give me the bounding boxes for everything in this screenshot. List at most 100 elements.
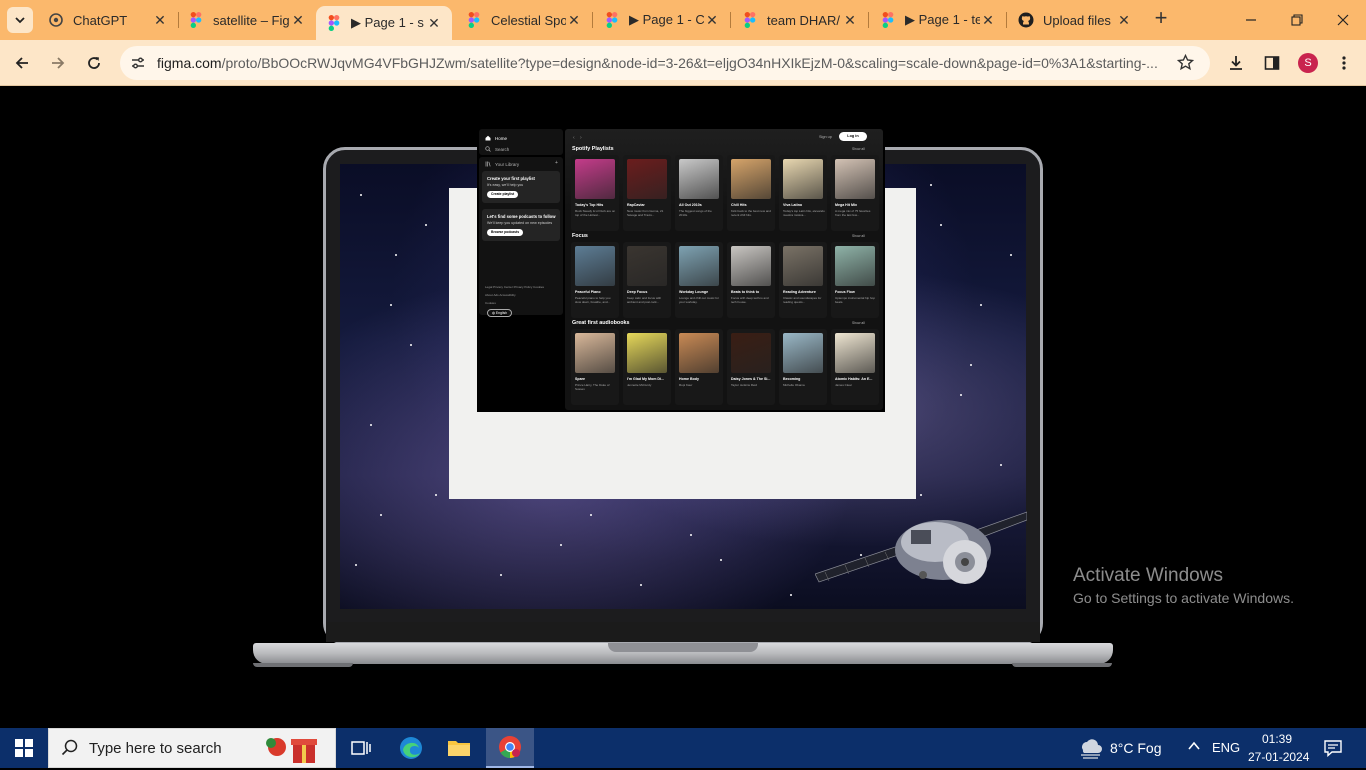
language-indicator[interactable]: ENG (1212, 740, 1240, 755)
close-icon[interactable]: ✕ (566, 12, 582, 29)
media-card[interactable]: I'm Glad My Mom Di... Jennette McCurdy (623, 329, 671, 405)
media-card[interactable]: Reading Adventure Classic and soundscapes… (779, 242, 827, 318)
media-card[interactable]: Chill Hits Kick back to the best new and … (727, 155, 775, 231)
footer-links[interactable]: About Ads Accessibility (485, 293, 516, 297)
media-card[interactable]: Mega Hit Mix A mega mix of 75 favorites f… (831, 155, 879, 231)
card-title: All Out 2010s (679, 203, 702, 207)
bookmark-star-icon[interactable] (1176, 53, 1195, 76)
restore-button[interactable] (1274, 0, 1320, 40)
media-card[interactable]: Focus Flow Uptempo instrumental hip hop b… (831, 242, 879, 318)
tab-celestial-spotify[interactable]: Celestial Spo ✕ (456, 6, 592, 34)
close-window-button[interactable] (1320, 0, 1366, 40)
show-all-link[interactable]: Show all (852, 147, 865, 151)
card-title: Daisy Jones & The Si... (731, 377, 771, 381)
globe-icon: ◍ (492, 311, 495, 315)
tab-upload-files[interactable]: Upload files ✕ (1008, 6, 1142, 34)
section-title[interactable]: Focus (572, 233, 588, 239)
media-card[interactable]: Home Body Rupi Kaur (675, 329, 723, 405)
back-button[interactable] (9, 50, 35, 76)
signup-link[interactable]: Sign up (819, 135, 832, 139)
media-card[interactable]: Atomic Habits: An E... James Clear (831, 329, 879, 405)
new-tab-button[interactable]: + (1150, 7, 1172, 30)
tab-page1-c[interactable]: ▶ Page 1 - C ✕ (594, 6, 730, 34)
media-card[interactable]: Beats to think to Focus with deep techno … (727, 242, 775, 318)
tab-search-button[interactable] (7, 7, 33, 33)
media-card[interactable]: Peaceful Piano Peaceful piano to help you… (571, 242, 619, 318)
section-title[interactable]: Great first audiobooks (572, 320, 630, 326)
profile-avatar[interactable]: S (1298, 53, 1318, 73)
edge-button[interactable] (387, 728, 435, 768)
clock-date[interactable]: 27-01-2024 (1248, 750, 1309, 764)
file-explorer-button[interactable] (435, 728, 483, 768)
chevron-up-icon[interactable] (1187, 739, 1201, 755)
card-description: Taylor Jenkins Reid (731, 383, 758, 387)
activate-windows-title: Activate Windows (1073, 565, 1223, 586)
media-card[interactable]: Becoming Michelle Obama (779, 329, 827, 405)
downloads-button[interactable] (1223, 50, 1249, 76)
chevron-left-icon[interactable]: ‹ (573, 135, 575, 141)
show-all-link[interactable]: Show all (852, 321, 865, 325)
plus-icon[interactable]: + (555, 160, 558, 166)
close-icon[interactable]: ✕ (980, 12, 996, 29)
menu-button[interactable] (1331, 50, 1357, 76)
language-button[interactable]: ◍ English (487, 309, 513, 317)
close-icon[interactable]: ✕ (1116, 12, 1132, 29)
figma-icon (880, 12, 896, 28)
media-card[interactable]: Spare Prince Harry, The Duke of Sussex (571, 329, 619, 405)
media-card[interactable]: All Out 2010s The biggest songs of the 20… (675, 155, 723, 231)
sidebar-item-search[interactable]: Search (485, 146, 509, 152)
card-title: Reading Adventure (783, 290, 816, 294)
weather-text[interactable]: 8°C Fog (1110, 740, 1162, 756)
reload-button[interactable] (81, 50, 107, 76)
close-icon[interactable]: ✕ (152, 12, 168, 29)
section-title[interactable]: Spotify Playlists (572, 146, 614, 152)
tab-satellite-figma[interactable]: satellite – Fig ✕ (178, 6, 316, 34)
chrome-button[interactable] (486, 728, 534, 768)
close-icon[interactable]: ✕ (704, 12, 720, 29)
card-title: Becoming (783, 377, 801, 381)
media-card[interactable]: Workday Lounge Lounge and chill out music… (675, 242, 723, 318)
card-description: Rupi Kaur (679, 383, 693, 387)
media-card[interactable]: Deep Focus Keep calm and focus with ambie… (623, 242, 671, 318)
tab-page1-active[interactable]: ▶ Page 1 - s ✕ (316, 6, 452, 40)
task-view-button[interactable] (337, 728, 385, 768)
sidebar-item-home[interactable]: Home (485, 135, 507, 141)
tab-page1-te[interactable]: ▶ Page 1 - te ✕ (870, 6, 1006, 34)
card-description: The biggest songs of the 2010s. (679, 209, 712, 217)
start-button[interactable] (0, 728, 48, 768)
side-panel-button[interactable] (1259, 50, 1285, 76)
figma-icon (188, 12, 204, 28)
library-label: Your Library (495, 161, 520, 167)
card-description: James Clear (835, 383, 852, 387)
media-card[interactable]: RapCaviar New music from Gunna, 21 Savage… (623, 155, 671, 231)
taskbar-search[interactable]: Type here to search (48, 728, 336, 768)
tab-team-dhara[interactable]: team DHAR/ ✕ (732, 6, 868, 34)
close-icon[interactable]: ✕ (290, 12, 306, 29)
tab-chatgpt[interactable]: ChatGPT ✕ (38, 6, 178, 34)
clock-time[interactable]: 01:39 (1262, 732, 1292, 746)
media-card[interactable]: Viva Latino Today's top Latin hits, eleva… (779, 155, 827, 231)
cover-art (575, 246, 615, 286)
notifications-icon[interactable] (1324, 739, 1342, 762)
gift-icon (263, 733, 325, 770)
browse-podcasts-button[interactable]: Browse podcasts (487, 229, 524, 236)
address-bar[interactable]: figma.com/proto/BbOOcRWJqvMG4VFbGHJZwm/s… (120, 46, 1210, 80)
footer-links[interactable]: Legal Privacy Center Privacy Policy Cook… (485, 285, 544, 289)
footer-links[interactable]: Cookies (485, 301, 496, 305)
close-icon[interactable]: ✕ (426, 15, 442, 32)
site-settings-icon[interactable] (130, 55, 146, 76)
weather-icon[interactable] (1078, 736, 1104, 765)
card-title: Mega Hit Mix (835, 203, 857, 207)
close-icon[interactable]: ✕ (842, 12, 858, 29)
chevron-right-icon[interactable]: › (580, 135, 582, 141)
library-header[interactable]: Your Library (485, 161, 519, 167)
media-card[interactable]: Daisy Jones & The Si... Taylor Jenkins Re… (727, 329, 775, 405)
forward-button[interactable] (45, 50, 71, 76)
cover-art (731, 159, 771, 199)
show-all-link[interactable]: Show all (852, 234, 865, 238)
create-playlist-button[interactable]: Create playlist (487, 191, 519, 198)
minimize-button[interactable] (1228, 0, 1274, 40)
figma-icon (604, 12, 620, 28)
login-button[interactable]: Log in (839, 132, 867, 141)
media-card[interactable]: Today's Top Hits Rock Steady & Lil Durk a… (571, 155, 619, 231)
